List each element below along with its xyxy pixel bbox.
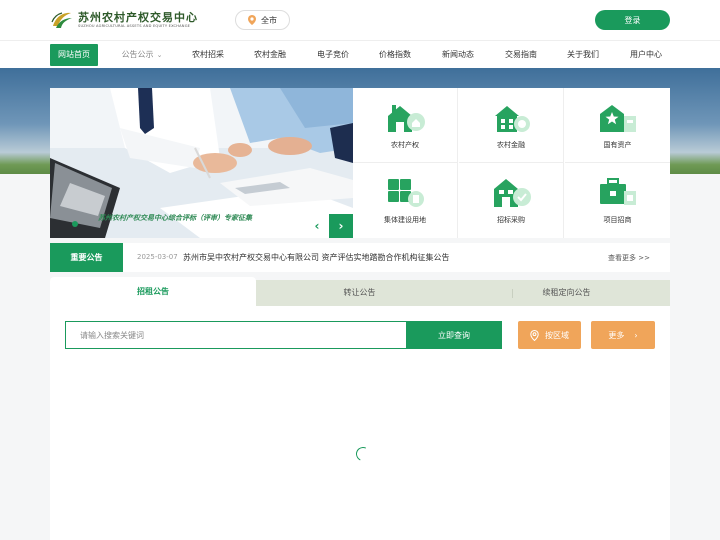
banner-caption[interactable]: 苏州农村产权交易中心综合评标（评审）专家征集 bbox=[98, 213, 252, 223]
carousel-prev-button[interactable]: ‹ bbox=[305, 214, 329, 238]
site-header: 苏州农村产权交易中心 SUZHOU AGRICULTURAL ASSETS AN… bbox=[0, 0, 720, 40]
tab-lease-announcement[interactable]: 招租公告 bbox=[50, 277, 256, 306]
star-building-icon bbox=[600, 105, 636, 132]
site-logo[interactable]: 苏州农村产权交易中心 SUZHOU AGRICULTURAL ASSETS AN… bbox=[50, 8, 200, 32]
nav-label: 农村金融 bbox=[254, 50, 286, 59]
nav-label: 新闻动态 bbox=[442, 50, 474, 59]
service-label: 集体建设用地 bbox=[384, 216, 426, 224]
nav-label: 网站首页 bbox=[58, 50, 90, 59]
announcement-tabs: 招租公告 转让公告 续租定向公告 bbox=[50, 277, 670, 306]
tab-transfer-announcement[interactable]: 转让公告 bbox=[256, 280, 463, 306]
service-tender-procurement[interactable]: 招标采购 bbox=[459, 163, 564, 238]
chevron-left-icon: ‹ bbox=[314, 219, 320, 233]
service-label: 农村金融 bbox=[497, 141, 525, 149]
notice-date: 2025-03-07 bbox=[137, 253, 178, 261]
login-button[interactable]: 登录 bbox=[595, 10, 670, 30]
service-project-investment[interactable]: 项目招商 bbox=[565, 163, 670, 238]
chevron-down-icon: ⌄ bbox=[156, 51, 163, 59]
service-collective-land[interactable]: 集体建设用地 bbox=[353, 163, 458, 238]
city-label: 全市 bbox=[261, 15, 277, 25]
nav-item-rural-finance[interactable]: 农村金融 bbox=[248, 44, 292, 66]
service-label: 项目招商 bbox=[603, 216, 632, 224]
logo-mark-icon bbox=[51, 12, 72, 28]
nav-item-about-us[interactable]: 关于我们 bbox=[561, 44, 605, 66]
service-label: 国有资产 bbox=[603, 141, 632, 149]
service-rural-property[interactable]: 农村产权 bbox=[353, 88, 458, 163]
tab-renewal-announcement[interactable]: 续租定向公告 bbox=[463, 280, 670, 306]
shop-icon bbox=[494, 179, 531, 207]
nav-item-price-index[interactable]: 价格指数 bbox=[373, 44, 417, 66]
nav-label: 交易指南 bbox=[505, 50, 537, 59]
content-panel: 立即查询 按区域 更多 › bbox=[50, 306, 670, 540]
land-grid-icon bbox=[388, 179, 424, 207]
loading-spinner-icon bbox=[354, 445, 372, 463]
service-label: 农村产权 bbox=[391, 141, 419, 149]
bank-building-icon bbox=[495, 106, 530, 132]
notice-tag: 重要公告 bbox=[50, 243, 123, 272]
nav-item-e-bidding[interactable]: 电子竞价 bbox=[311, 44, 355, 66]
more-filters-button[interactable]: 更多 › bbox=[591, 321, 655, 349]
filter-by-area-label: 按区域 bbox=[545, 330, 569, 340]
nav-label: 农村招采 bbox=[192, 50, 224, 59]
nav-label: 价格指数 bbox=[379, 50, 411, 59]
nav-label: 公告公示 bbox=[121, 50, 154, 59]
nav-item-user-center[interactable]: 用户中心 bbox=[624, 44, 668, 66]
carousel-indicator[interactable] bbox=[72, 221, 78, 227]
search-submit-button[interactable]: 立即查询 bbox=[406, 321, 502, 349]
service-rural-finance[interactable]: 农村金融 bbox=[459, 88, 564, 163]
nav-item-announcements[interactable]: 公告公示 ⌄ bbox=[118, 44, 166, 66]
search-input[interactable] bbox=[65, 321, 406, 349]
services-grid: 农村产权 农村金融 国有资产 集体建设用地 招标采购 项目招商 bbox=[353, 88, 670, 238]
service-state-assets[interactable]: 国有资产 bbox=[565, 88, 670, 163]
nav-label: 关于我们 bbox=[567, 50, 599, 59]
chevron-right-icon: › bbox=[338, 219, 344, 233]
city-selector[interactable]: 全市 bbox=[235, 10, 290, 30]
nav-item-rural-procurement[interactable]: 农村招采 bbox=[186, 44, 230, 66]
service-label: 招标采购 bbox=[497, 216, 525, 224]
notice-link[interactable]: 苏州市吴中农村产权交易中心有限公司 资产评估实地踏勘合作机构征集公告 bbox=[183, 252, 450, 263]
logo-english-name: SUZHOU AGRICULTURAL ASSETS AND EQUITY EX… bbox=[78, 24, 191, 28]
location-pin-icon bbox=[530, 329, 539, 341]
briefcase-icon bbox=[600, 178, 636, 205]
notice-more-link[interactable]: 查看更多 >> bbox=[608, 253, 650, 263]
carousel-next-button[interactable]: › bbox=[329, 214, 353, 238]
nav-label: 电子竞价 bbox=[317, 50, 349, 59]
chevron-right-icon: › bbox=[634, 330, 638, 340]
nav-item-home[interactable]: 网站首页 bbox=[50, 44, 98, 66]
nav-item-news[interactable]: 新闻动态 bbox=[436, 44, 480, 66]
main-nav: 网站首页 公告公示 ⌄ 农村招采 农村金融 电子竞价 价格指数 新闻动态 交易指南… bbox=[0, 40, 720, 68]
logo-chinese-name: 苏州农村产权交易中心 bbox=[78, 11, 198, 24]
nav-label: 用户中心 bbox=[630, 50, 662, 59]
filter-by-area-button[interactable]: 按区域 bbox=[518, 321, 581, 349]
important-notice-bar: 重要公告 2025-03-07 苏州市吴中农村产权交易中心有限公司 资产评估实地… bbox=[50, 243, 670, 272]
location-pin-icon bbox=[248, 15, 256, 25]
more-filters-label: 更多 bbox=[608, 330, 625, 340]
house-icon bbox=[388, 105, 425, 132]
nav-item-trading-guide[interactable]: 交易指南 bbox=[499, 44, 543, 66]
